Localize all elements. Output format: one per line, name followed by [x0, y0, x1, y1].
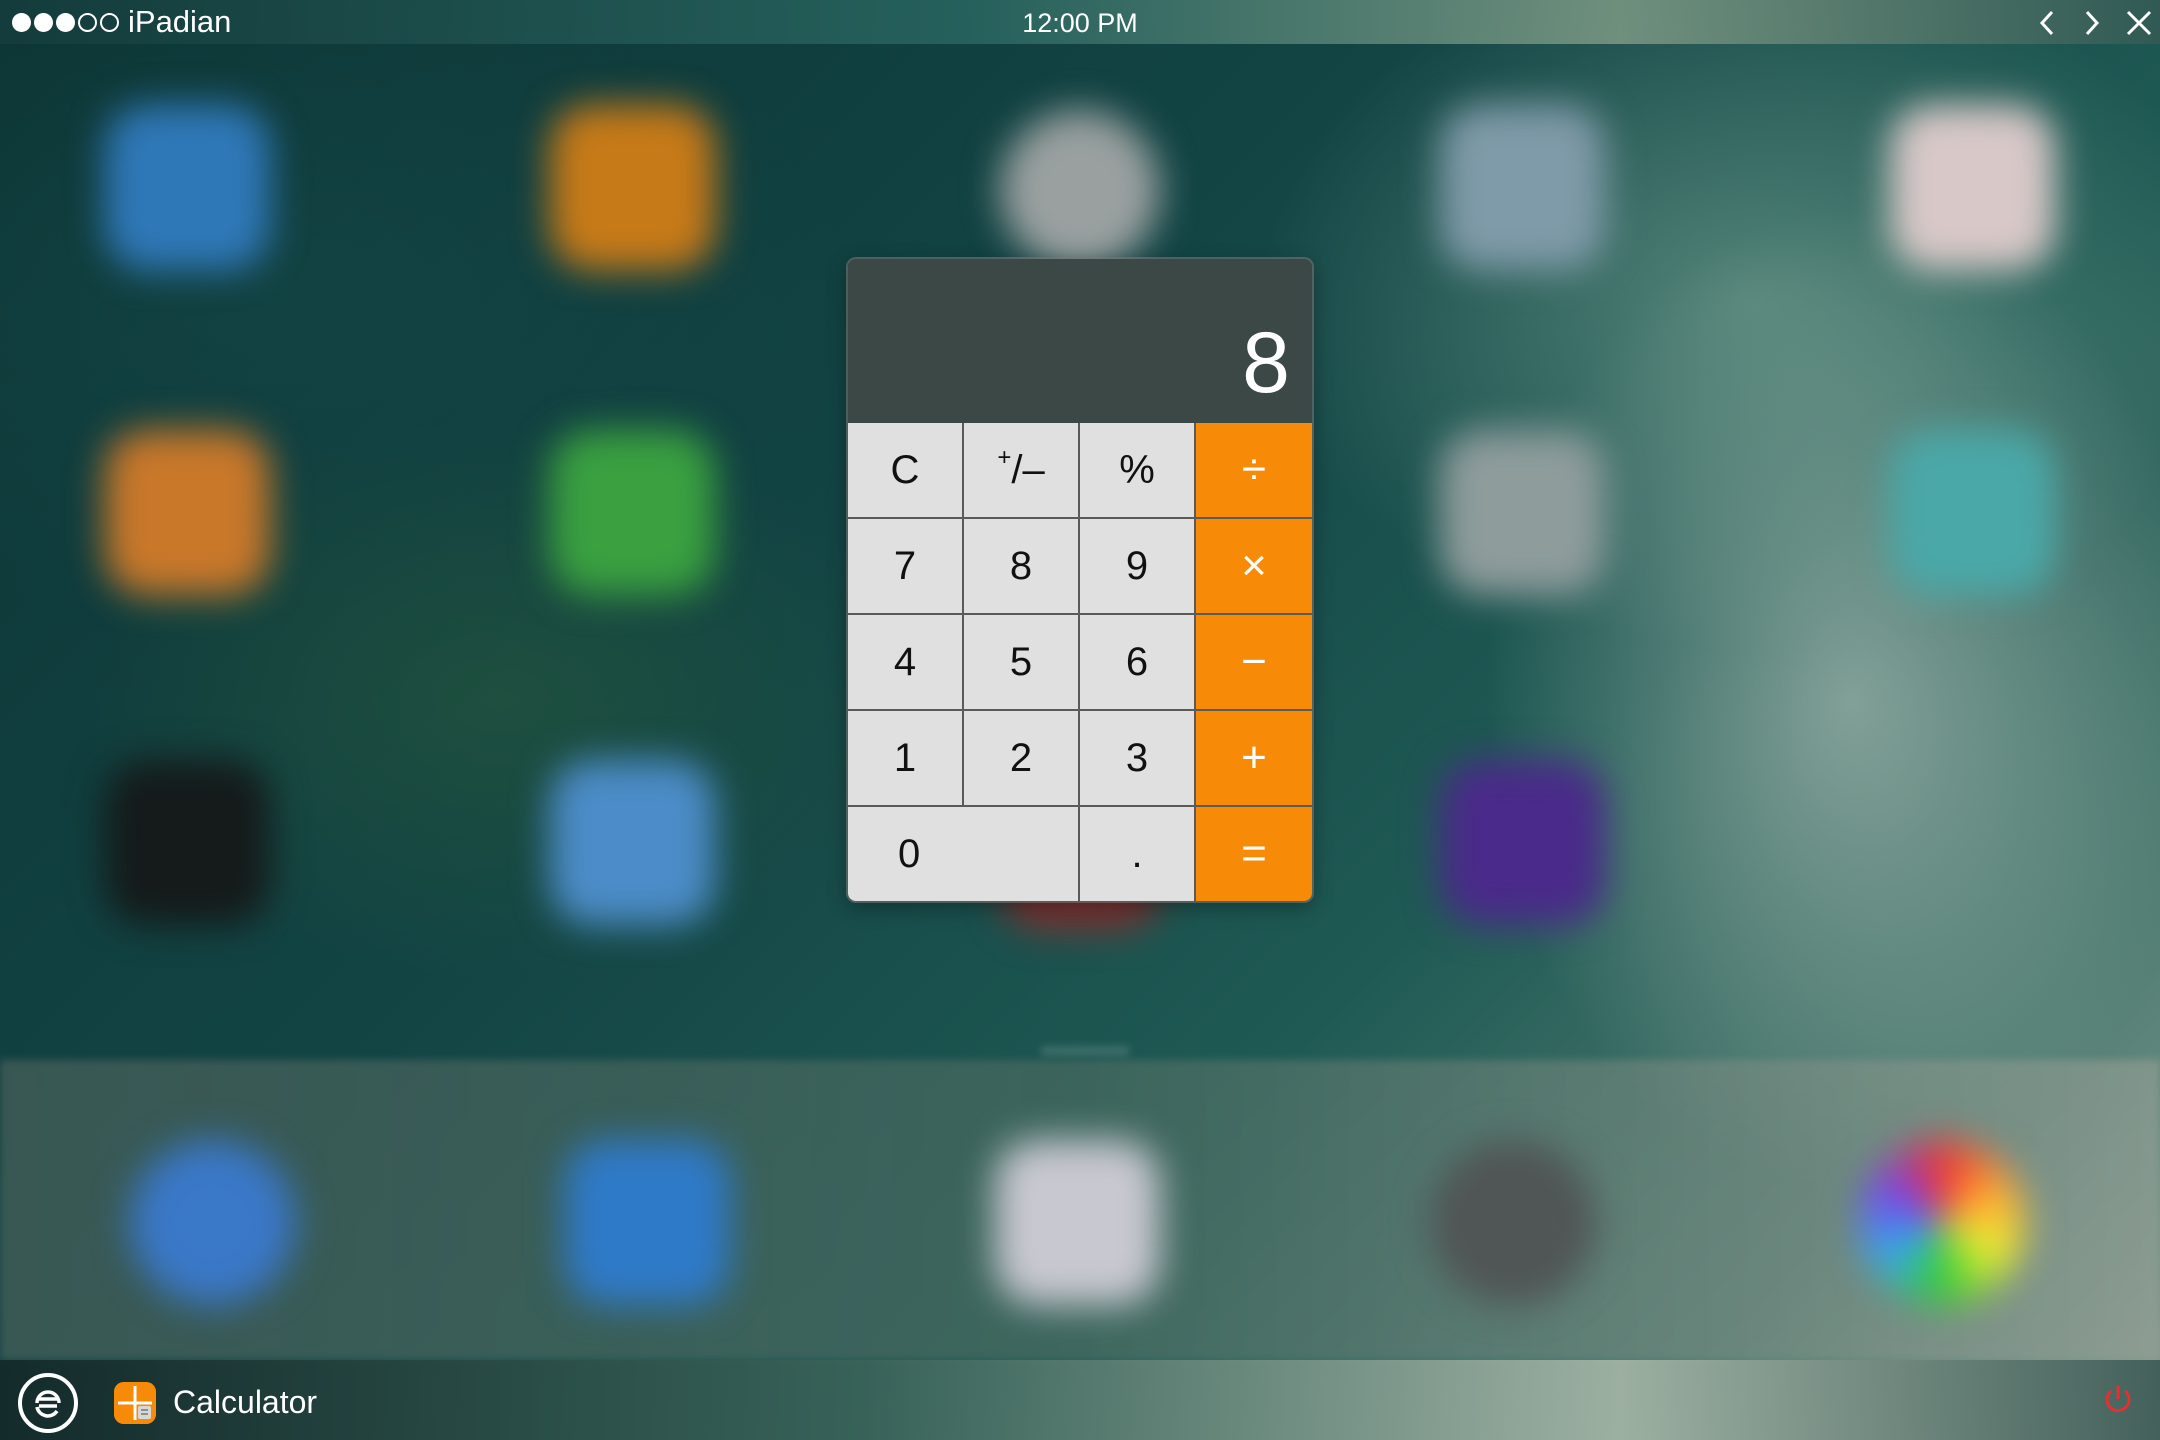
- digit-7-label: 7: [893, 543, 917, 588]
- blurred-dock-icon: [1860, 1140, 2025, 1305]
- divide-label: ÷: [1241, 445, 1267, 494]
- blurred-app-icon: [105, 105, 270, 270]
- add-button[interactable]: +: [1196, 711, 1312, 807]
- digit-2-label: 2: [1009, 735, 1033, 780]
- calculator-window: 8 C +/– % ÷ 7 8 9 × 4 5 6 − 1 2 3 + 0 . …: [848, 259, 1312, 901]
- add-label: +: [1241, 733, 1267, 782]
- digit-3-label: 3: [1125, 735, 1149, 780]
- signal-dot: [12, 12, 31, 32]
- blurred-app-icon: [105, 760, 270, 925]
- digit-5-label: 5: [1009, 639, 1033, 684]
- digit-9-button[interactable]: 9: [1080, 519, 1196, 615]
- sign-toggle-button[interactable]: +/–: [964, 423, 1080, 519]
- decimal-label: .: [1131, 831, 1143, 876]
- sign-rest-label: /–: [1011, 447, 1045, 492]
- blurred-dock-icon: [565, 1140, 730, 1305]
- back-button[interactable]: [2030, 6, 2064, 40]
- home-button[interactable]: [18, 1373, 78, 1433]
- digit-9-label: 9: [1125, 543, 1149, 588]
- active-app-name: Calculator: [173, 1384, 318, 1420]
- signal-dot: [78, 12, 97, 32]
- equals-button[interactable]: =: [1196, 807, 1312, 901]
- blurred-app-icon: [550, 105, 715, 270]
- digit-0-label: 0: [898, 831, 921, 876]
- bottom-taskbar: Calculator: [0, 1360, 2160, 1440]
- calculator-app-icon[interactable]: [114, 1382, 156, 1424]
- subtract-button[interactable]: −: [1196, 615, 1312, 711]
- blurred-app-icon: [550, 430, 715, 595]
- percent-label: %: [1119, 447, 1155, 492]
- sign-plus-label: +: [997, 444, 1012, 471]
- digit-5-button[interactable]: 5: [964, 615, 1080, 711]
- blurred-dock-icon: [130, 1140, 295, 1305]
- blurred-app-icon: [1000, 110, 1160, 270]
- blurred-app-icon: [1440, 430, 1605, 595]
- digit-8-button[interactable]: 8: [964, 519, 1080, 615]
- signal-dot: [34, 12, 53, 32]
- forward-button[interactable]: [2075, 6, 2109, 40]
- digit-0-button[interactable]: 0: [848, 807, 1080, 901]
- blurred-app-icon: [1440, 760, 1605, 925]
- blurred-app-icon: [105, 430, 270, 595]
- digit-4-button[interactable]: 4: [848, 615, 964, 711]
- calculator-grid-icon: [114, 1382, 156, 1424]
- signal-dot: [100, 12, 119, 32]
- digit-6-label: 6: [1125, 639, 1149, 684]
- digit-7-button[interactable]: 7: [848, 519, 964, 615]
- blurred-app-icon: [1440, 105, 1605, 270]
- digit-1-label: 1: [893, 735, 917, 780]
- close-button[interactable]: [2122, 6, 2156, 40]
- digit-2-button[interactable]: 2: [964, 711, 1080, 807]
- percent-button[interactable]: %: [1080, 423, 1196, 519]
- digit-8-label: 8: [1009, 543, 1033, 588]
- blurred-app-icon: [1890, 105, 2055, 270]
- display-value: 8: [1242, 315, 1290, 411]
- page-indicator: [1040, 1046, 1130, 1056]
- chevron-right-icon: [2085, 10, 2100, 36]
- clear-button[interactable]: C: [848, 423, 964, 519]
- top-status-bar: iPadian 12:00 PM: [0, 0, 2160, 44]
- status-clock: 12:00 PM: [1022, 8, 1138, 38]
- ipadian-home-icon: [35, 1390, 61, 1418]
- blurred-app-icon: [1890, 430, 2055, 595]
- carrier-name: iPadian: [128, 4, 232, 39]
- power-button[interactable]: [2100, 1382, 2136, 1418]
- multiply-label: ×: [1241, 541, 1267, 590]
- decimal-button[interactable]: .: [1080, 807, 1196, 901]
- calculator-display: 8: [848, 259, 1312, 423]
- signal-dot: [56, 12, 75, 32]
- clear-label: C: [890, 447, 920, 492]
- divide-button[interactable]: ÷: [1196, 423, 1312, 519]
- power-icon: [2105, 1386, 2131, 1412]
- digit-1-button[interactable]: 1: [848, 711, 964, 807]
- close-icon: [2126, 10, 2152, 36]
- chevron-left-icon: [2039, 10, 2054, 36]
- equals-label: =: [1241, 829, 1267, 878]
- digit-6-button[interactable]: 6: [1080, 615, 1196, 711]
- multiply-button[interactable]: ×: [1196, 519, 1312, 615]
- blurred-dock-icon: [1430, 1140, 1595, 1305]
- blurred-app-icon: [550, 760, 715, 925]
- digit-4-label: 4: [893, 639, 917, 684]
- subtract-label: −: [1241, 637, 1267, 686]
- signal-strength-icon: [12, 12, 119, 32]
- blurred-dock-icon: [995, 1140, 1160, 1305]
- digit-3-button[interactable]: 3: [1080, 711, 1196, 807]
